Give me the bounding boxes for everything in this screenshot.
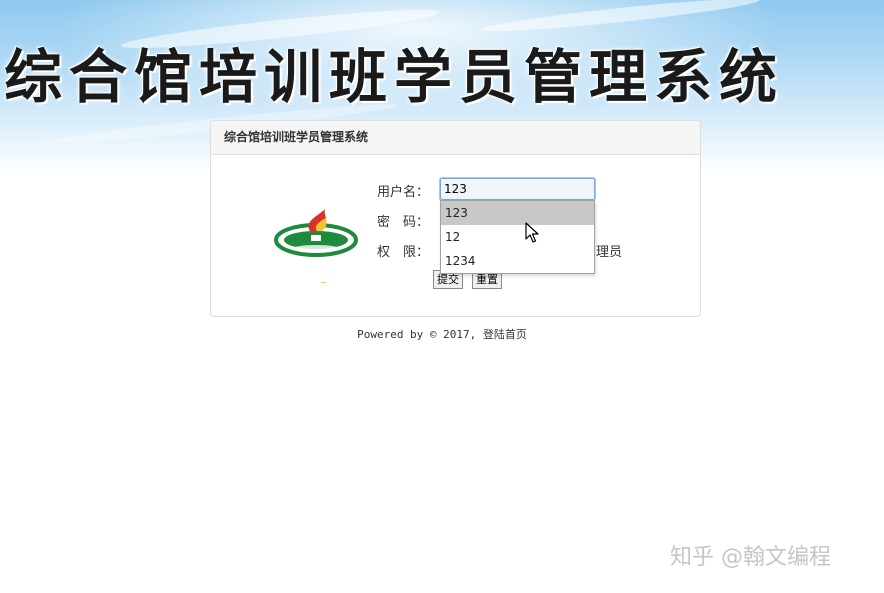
panel-heading: 综合馆培训班学员管理系统 [211, 121, 700, 155]
autocomplete-item[interactable]: 1234 [441, 249, 594, 273]
banner-decoration [480, 0, 760, 37]
password-label: 密 码： [377, 215, 430, 230]
autocomplete-item[interactable]: 12 [441, 225, 594, 249]
role-label: 权 限： [377, 245, 430, 260]
autocomplete-dropdown: 123 12 1234 [440, 200, 595, 274]
autocomplete-item[interactable]: 123 [441, 201, 594, 225]
role-option-admin[interactable]: 理员 [596, 241, 622, 260]
decorative-dot [321, 282, 326, 283]
footer-text: Powered by © 2017, 登陆首页 [357, 328, 527, 341]
username-label: 用户名： [377, 185, 430, 200]
school-emblem-icon [274, 209, 358, 257]
banner-title: 综合馆培训班学员管理系统 [4, 43, 785, 111]
username-input[interactable] [439, 177, 596, 201]
watermark: 知乎 @翰文编程 [670, 545, 831, 570]
mouse-pointer-icon [525, 222, 539, 243]
